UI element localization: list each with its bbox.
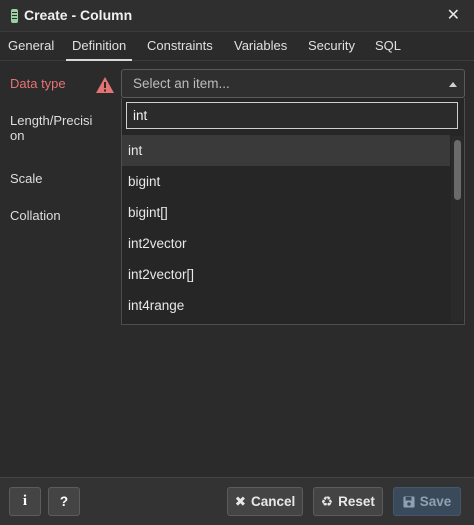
length-precision-label: Length/Precisi on [10, 113, 92, 143]
data-type-placeholder: Select an item... [133, 76, 230, 91]
warning-icon [96, 77, 114, 93]
tab-security[interactable]: Security [308, 38, 355, 53]
cancel-button-label: Cancel [251, 494, 296, 509]
info-icon: i [22, 493, 28, 509]
dialog-titlebar: Create - Column ✕ [0, 0, 474, 32]
dropdown-scrollbar-thumb[interactable] [454, 140, 461, 200]
option-int4range[interactable]: int4range [122, 290, 450, 321]
option-int2vector-array[interactable]: int2vector[] [122, 259, 450, 290]
tab-bar: General Definition Constraints Variables… [0, 32, 474, 61]
reset-button[interactable]: ♻ Reset [313, 487, 383, 516]
info-button[interactable]: i [9, 487, 41, 516]
option-int2vector[interactable]: int2vector [122, 228, 450, 259]
data-type-label: Data type [10, 76, 66, 91]
cancel-button[interactable]: ✖ Cancel [227, 487, 303, 516]
option-bigint-array[interactable]: bigint[] [122, 197, 450, 228]
save-icon [403, 496, 415, 507]
dialog-footer: i ? ✖ Cancel ♻ Reset Save [0, 477, 474, 525]
tab-constraints[interactable]: Constraints [147, 38, 213, 53]
recycle-icon: ♻ [321, 493, 334, 509]
tab-sql[interactable]: SQL [375, 38, 401, 53]
help-icon: ? [59, 494, 69, 509]
reset-button-label: Reset [338, 494, 375, 509]
dropdown-search-input[interactable] [126, 102, 458, 129]
option-bigint[interactable]: bigint [122, 166, 450, 197]
tab-general[interactable]: General [8, 38, 54, 53]
tab-definition[interactable]: Definition [65, 38, 133, 61]
column-icon [11, 9, 18, 23]
close-icon[interactable]: ✕ [447, 5, 460, 25]
collation-label: Collation [10, 208, 61, 223]
help-button[interactable]: ? [48, 487, 80, 516]
length-precision-label-line2: on [10, 128, 25, 143]
dialog-title: Create - Column [24, 7, 133, 23]
scale-label: Scale [10, 171, 43, 186]
data-type-dropdown: int bigint bigint[] int2vector int2vecto… [121, 98, 465, 325]
close-icon: ✖ [234, 493, 247, 509]
data-type-select[interactable]: Select an item... [121, 69, 465, 98]
save-button[interactable]: Save [393, 487, 461, 516]
length-precision-label-line1: Length/Precisi [10, 113, 93, 128]
save-button-label: Save [419, 494, 452, 509]
chevron-up-icon[interactable] [449, 82, 457, 87]
tab-variables[interactable]: Variables [234, 38, 287, 53]
option-int[interactable]: int [122, 135, 450, 166]
